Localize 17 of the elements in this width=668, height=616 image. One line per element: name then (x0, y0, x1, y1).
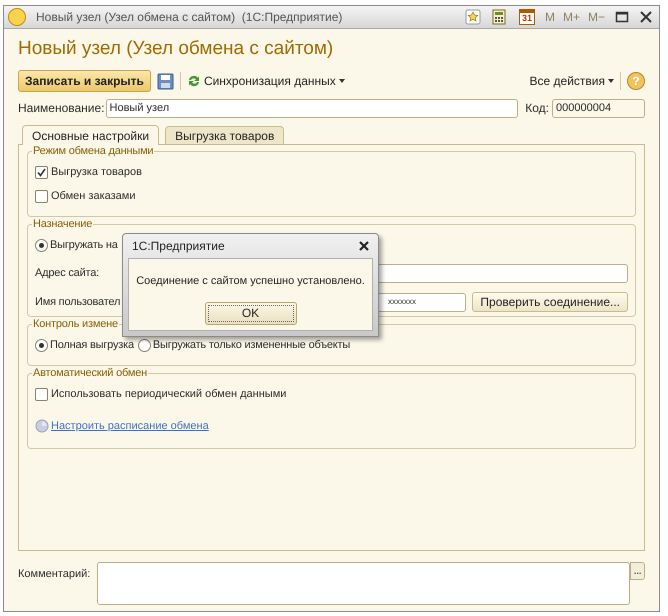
window-title: Новый узел (Узел обмена с сайтом) (1С:Предприятие) (36, 9, 344, 26)
comment-label: Комментарий: (18, 567, 92, 582)
group-legend: Контроль измене (32, 317, 119, 332)
form-heading: Новый узел (Узел обмена с сайтом) (18, 37, 334, 61)
dialog-message: Соединение с сайтом успешно установлено. (136, 274, 365, 289)
field-label: Адрес сайта: (35, 266, 100, 281)
checkbox-label: Обмен заказами (51, 188, 136, 204)
dialog-title: 1С:Предприятие (132, 238, 225, 255)
checkbox-label: Использовать периодический обмен данными (51, 386, 286, 402)
group-legend: Режим обмена данными (32, 144, 154, 159)
field-label: Имя пользовател (35, 294, 122, 310)
checkbox-label: Выгрузка товаров (51, 164, 142, 180)
radio-label: Выгружать на (50, 238, 118, 253)
radio-label: Выгружать только измененные объекты (152, 338, 350, 353)
code-label: Код: (525, 100, 549, 117)
radio-label: Полная выгрузка (50, 338, 134, 353)
name-label: Наименование: (18, 100, 105, 117)
